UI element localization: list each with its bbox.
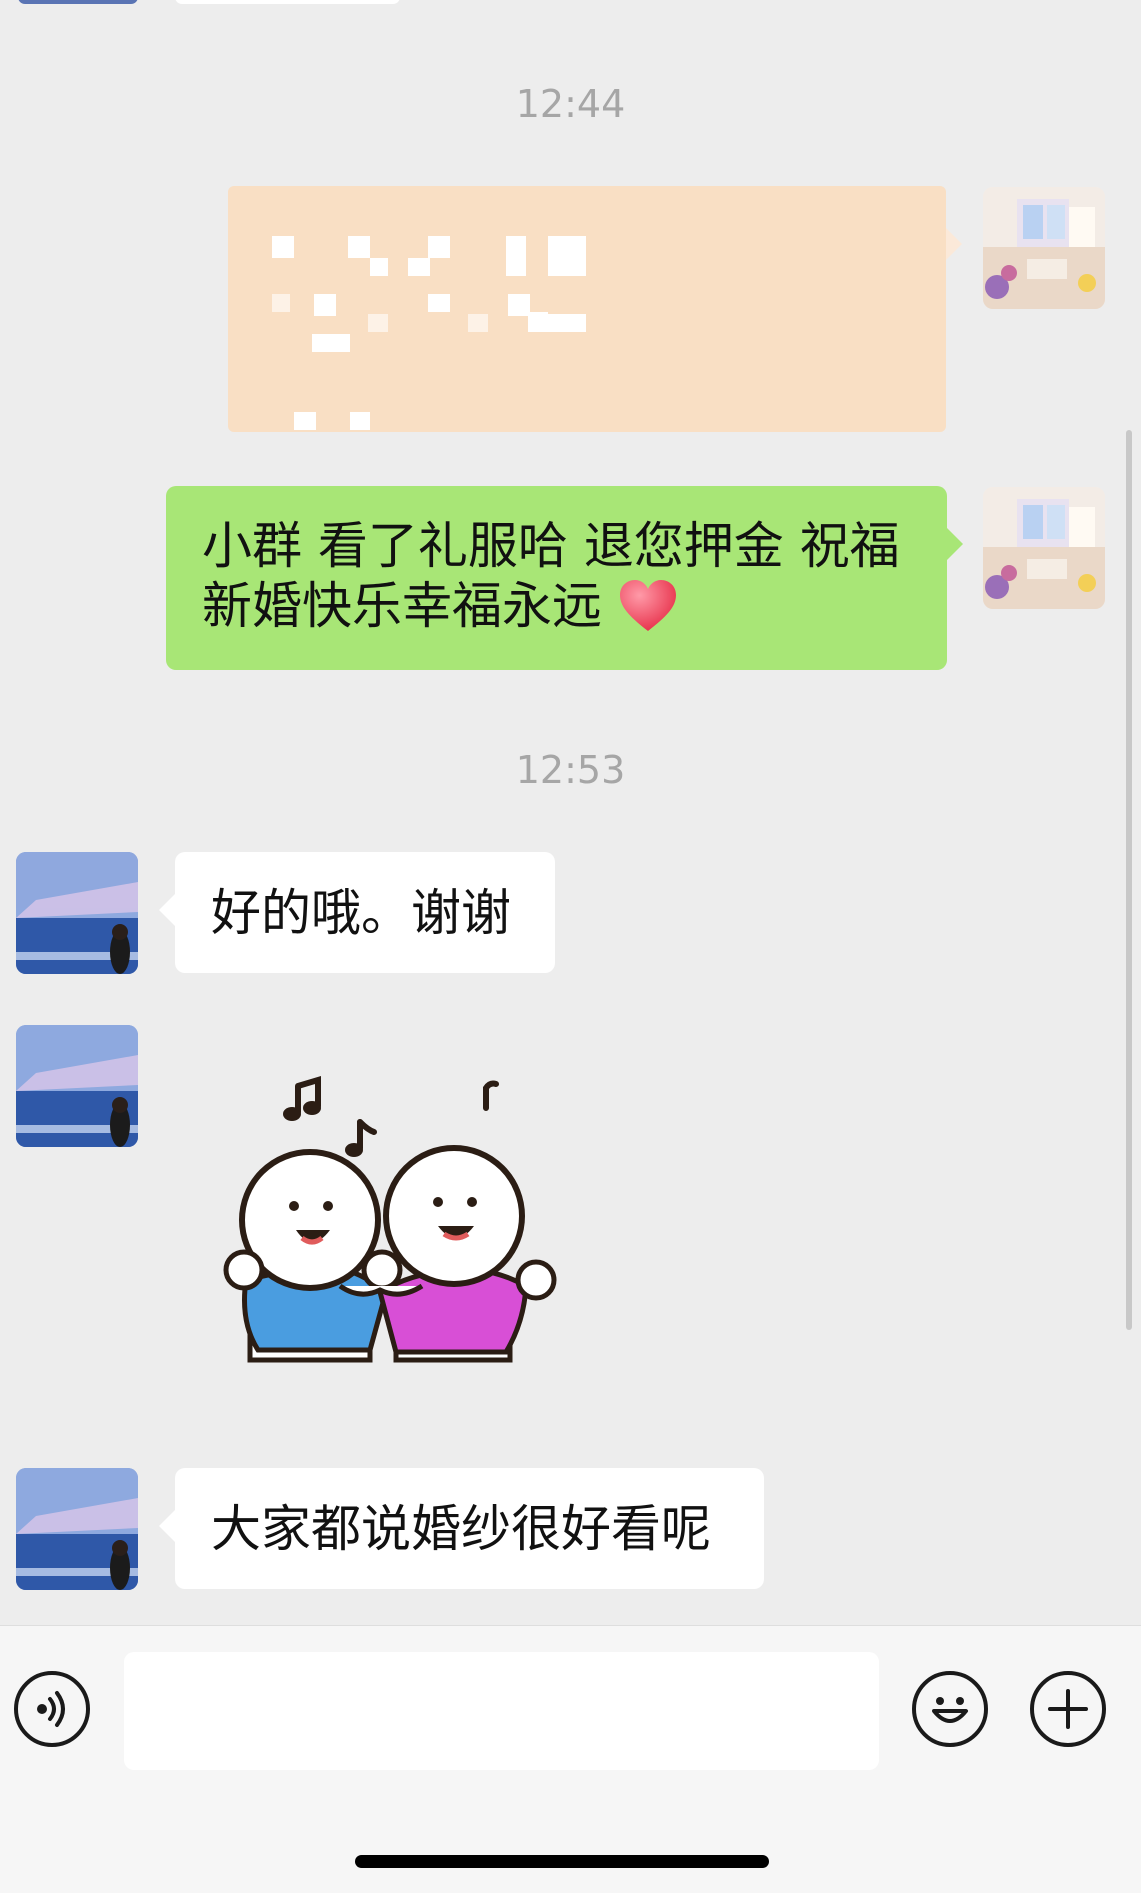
- redaction-block: [506, 236, 526, 276]
- message-bubble-other[interactable]: 好的哦。谢谢: [159, 852, 555, 973]
- message-bubble-self[interactable]: 小群 看了礼服哈 退您押金 祝福新婚快乐幸福永远: [166, 486, 963, 670]
- avatar-other[interactable]: [16, 1025, 138, 1147]
- avatar-other-image: [16, 1468, 138, 1590]
- message-text: 小群 看了礼服哈 退您押金 祝福新婚快乐幸福永远: [202, 517, 900, 635]
- avatar-other[interactable]: [16, 1468, 138, 1590]
- redaction-block: [408, 258, 430, 276]
- home-indicator[interactable]: [355, 1855, 769, 1868]
- timestamp: 12:53: [515, 748, 626, 792]
- avatar-other[interactable]: [16, 852, 138, 974]
- message-input[interactable]: [124, 1652, 879, 1770]
- message-text: 大家都说婚纱很好看呢: [211, 1500, 711, 1558]
- avatar-self-image: [983, 187, 1105, 309]
- redaction-block: [272, 236, 294, 258]
- message-text: 好的哦。谢谢: [211, 884, 511, 942]
- redaction-block: [348, 236, 370, 258]
- emoji-button[interactable]: [912, 1671, 988, 1747]
- redaction-block: [350, 412, 370, 430]
- voice-icon: [37, 1691, 65, 1727]
- avatar-self[interactable]: [983, 487, 1105, 609]
- redaction-block: [548, 236, 586, 276]
- voice-button[interactable]: [14, 1671, 90, 1747]
- redaction-block: [528, 312, 548, 332]
- scrollbar[interactable]: [1126, 430, 1132, 1330]
- redaction-block: [370, 258, 388, 276]
- redaction-block: [428, 294, 450, 312]
- redaction-block: [368, 314, 388, 332]
- message-bubble-other[interactable]: 大家都说婚纱很好看呢: [159, 1468, 764, 1589]
- emoji-icon: [932, 1697, 968, 1723]
- redaction-block: [314, 294, 336, 316]
- redaction-block: [294, 412, 316, 430]
- redaction-block: [508, 294, 530, 316]
- sticker-message[interactable]: [210, 1060, 570, 1380]
- message-bubble-self-redacted[interactable]: [228, 186, 962, 432]
- redaction-block: [312, 334, 350, 352]
- plus-button[interactable]: [1030, 1671, 1106, 1747]
- avatar-self-image: [983, 487, 1105, 609]
- input-bar: [0, 1625, 1141, 1893]
- avatar-other-image: [16, 1025, 138, 1147]
- timestamp: 12:44: [515, 82, 626, 126]
- avatar-other-image: [16, 852, 138, 974]
- message-bubble-partial[interactable]: [175, 0, 400, 4]
- redaction-block: [272, 294, 290, 312]
- chat-area[interactable]: 12:44 小群 看了礼服哈 退您押金 祝福新婚快乐幸福永远 12:53 好的哦…: [0, 0, 1141, 1625]
- dancing-friends-sticker-icon: [223, 1075, 557, 1363]
- redaction-block: [548, 314, 586, 332]
- avatar-partial[interactable]: [18, 0, 138, 4]
- plus-icon: [1048, 1689, 1088, 1729]
- redaction-block: [428, 236, 450, 258]
- redaction-block: [468, 314, 488, 332]
- heart-emoji-icon: [602, 577, 678, 635]
- avatar-self[interactable]: [983, 187, 1105, 309]
